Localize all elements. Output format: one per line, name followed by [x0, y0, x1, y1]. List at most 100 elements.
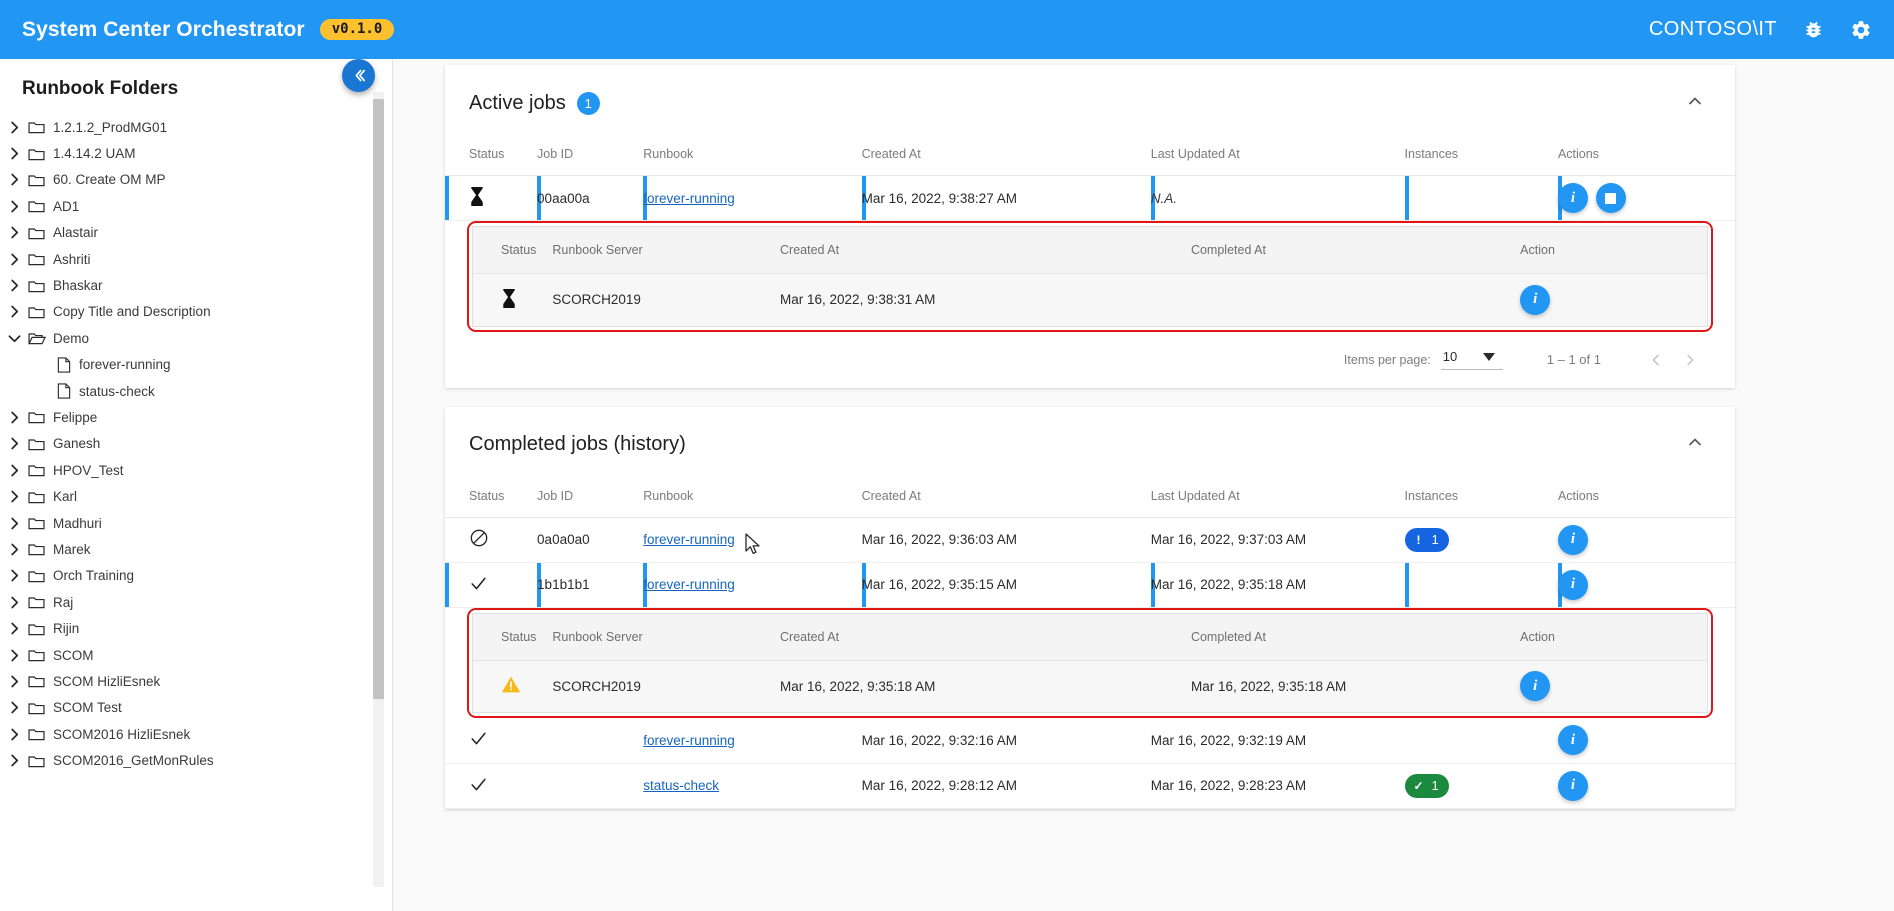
- chevron-right-icon[interactable]: [0, 701, 28, 714]
- folder-item-20[interactable]: SCOM: [0, 642, 392, 668]
- chevron-right-icon[interactable]: [0, 596, 28, 609]
- folder-item-12[interactable]: Ganesh: [0, 431, 392, 457]
- completed-job-row[interactable]: forever-runningMar 16, 2022, 9:32:16 AMM…: [445, 718, 1735, 763]
- column-header-actions: Actions: [1558, 475, 1735, 518]
- active-jobs-collapse-chevron-icon[interactable]: [1685, 91, 1705, 116]
- folder-item-1[interactable]: 1.4.14.2 UAM: [0, 140, 392, 166]
- chevron-right-icon[interactable]: [0, 411, 28, 424]
- chevron-right-icon[interactable]: [0, 569, 28, 582]
- folder-item-5[interactable]: Ashriti: [0, 246, 392, 272]
- chevron-right-icon[interactable]: [0, 253, 28, 266]
- folder-item-6[interactable]: Bhaskar: [0, 272, 392, 298]
- folder-item-24[interactable]: SCOM2016_GetMonRules: [0, 747, 392, 773]
- gear-icon[interactable]: [1850, 19, 1872, 41]
- completed-detail-header-row: StatusRunbook ServerCreated AtCompleted …: [473, 614, 1707, 661]
- job-info-button[interactable]: i: [1558, 570, 1588, 600]
- completed-job-row[interactable]: 1b1b1b1forever-runningMar 16, 2022, 9:35…: [445, 562, 1735, 607]
- runbook-item-10[interactable]: status-check: [0, 378, 392, 404]
- folder-item-14[interactable]: Karl: [0, 483, 392, 509]
- completed-job-row[interactable]: 0a0a0a0forever-runningMar 16, 2022, 9:36…: [445, 517, 1735, 562]
- runbook-link[interactable]: status-check: [643, 778, 719, 793]
- items-per-page-label: Items per page:: [1344, 353, 1431, 367]
- folder-item-15[interactable]: Madhuri: [0, 510, 392, 536]
- collapse-sidebar-button[interactable]: [342, 59, 375, 92]
- bug-icon[interactable]: [1803, 19, 1824, 40]
- items-per-page-select[interactable]: 10: [1441, 349, 1503, 370]
- job-stop-button[interactable]: [1596, 183, 1626, 213]
- job-id-cell: [537, 763, 643, 808]
- folder-item-0[interactable]: 1.2.1.2_ProdMG01: [0, 114, 392, 140]
- column-header-last-updated-at: Last Updated At: [1151, 133, 1405, 176]
- folder-item-13[interactable]: HPOV_Test: [0, 457, 392, 483]
- detail-info-button[interactable]: i: [1520, 671, 1550, 701]
- detail-row[interactable]: SCORCH2019Mar 16, 2022, 9:38:31 AMi: [473, 274, 1707, 326]
- folder-item-3[interactable]: AD1: [0, 193, 392, 219]
- folder-icon: [28, 754, 53, 768]
- item-label: 1.2.1.2_ProdMG01: [53, 120, 167, 135]
- chevron-right-icon[interactable]: [0, 728, 28, 741]
- job-created-at-cell: Mar 16, 2022, 9:28:12 AM: [862, 763, 1151, 808]
- column-header-runbook-server: Runbook Server: [552, 227, 780, 274]
- folder-item-7[interactable]: Copy Title and Description: [0, 299, 392, 325]
- job-info-button[interactable]: i: [1558, 725, 1588, 755]
- folder-icon: [28, 120, 53, 134]
- folder-item-17[interactable]: Orch Training: [0, 563, 392, 589]
- instances-warning-badge[interactable]: !1: [1405, 528, 1449, 552]
- column-header-instances: Instances: [1405, 133, 1558, 176]
- detail-info-button[interactable]: i: [1520, 285, 1550, 315]
- folder-item-11[interactable]: Felippe: [0, 404, 392, 430]
- runbook-link[interactable]: forever-running: [643, 191, 735, 206]
- folder-item-23[interactable]: SCOM2016 HizliEsnek: [0, 721, 392, 747]
- chevron-right-icon[interactable]: [0, 490, 28, 503]
- chevron-right-icon[interactable]: [0, 517, 28, 530]
- folder-icon: [28, 727, 53, 741]
- folder-item-16[interactable]: Marek: [0, 536, 392, 562]
- chevron-right-icon[interactable]: [0, 622, 28, 635]
- job-id-cell: 00aa00a: [537, 176, 643, 221]
- runbook-link[interactable]: forever-running: [643, 577, 735, 592]
- job-id-cell: [537, 718, 643, 763]
- runbook-link[interactable]: forever-running: [643, 532, 735, 547]
- detail-created-at-cell: Mar 16, 2022, 9:38:31 AM: [780, 274, 1191, 326]
- column-header-created-at: Created At: [780, 227, 1191, 274]
- chevron-right-icon[interactable]: [0, 543, 28, 556]
- folder-item-2[interactable]: 60. Create OM MP: [0, 167, 392, 193]
- folder-item-22[interactable]: SCOM Test: [0, 695, 392, 721]
- job-info-button[interactable]: i: [1558, 771, 1588, 801]
- chevron-right-icon[interactable]: [0, 754, 28, 767]
- chevron-right-icon[interactable]: [0, 649, 28, 662]
- job-instances-cell: [1405, 562, 1558, 607]
- chevron-right-icon[interactable]: [0, 147, 28, 160]
- folder-item-19[interactable]: Rijin: [0, 615, 392, 641]
- chevron-right-icon[interactable]: [0, 305, 28, 318]
- chevron-right-icon[interactable]: [0, 675, 28, 688]
- chevron-right-icon[interactable]: [0, 173, 28, 186]
- column-header-created-at: Created At: [862, 475, 1151, 518]
- runbook-link[interactable]: forever-running: [643, 733, 735, 748]
- folder-item-21[interactable]: SCOM HizliEsnek: [0, 668, 392, 694]
- folder-icon: [28, 305, 53, 319]
- runbook-item-9[interactable]: forever-running: [0, 352, 392, 378]
- next-page-button[interactable]: [1673, 343, 1707, 377]
- completed-jobs-collapse-chevron-icon[interactable]: [1685, 432, 1705, 457]
- folder-item-8[interactable]: Demo: [0, 325, 392, 351]
- folder-item-18[interactable]: Raj: [0, 589, 392, 615]
- chevron-right-icon[interactable]: [0, 437, 28, 450]
- detail-row[interactable]: SCORCH2019Mar 16, 2022, 9:35:18 AMMar 16…: [473, 660, 1707, 712]
- job-info-button[interactable]: i: [1558, 525, 1588, 555]
- active-job-row[interactable]: 00aa00aforever-runningMar 16, 2022, 9:38…: [445, 176, 1735, 221]
- instances-success-badge[interactable]: ✓1: [1405, 774, 1449, 798]
- chevron-right-icon[interactable]: [0, 464, 28, 477]
- item-label: SCOM2016_GetMonRules: [53, 753, 214, 768]
- detail-status-cell: [473, 660, 552, 712]
- job-info-button[interactable]: i: [1558, 183, 1588, 213]
- folder-item-4[interactable]: Alastair: [0, 220, 392, 246]
- chevron-down-icon[interactable]: [0, 333, 28, 344]
- previous-page-button[interactable]: [1639, 343, 1673, 377]
- sidebar-scrollbar-thumb[interactable]: [373, 99, 384, 699]
- chevron-right-icon[interactable]: [0, 279, 28, 292]
- chevron-right-icon[interactable]: [0, 121, 28, 134]
- chevron-right-icon[interactable]: [0, 226, 28, 239]
- completed-job-row[interactable]: status-checkMar 16, 2022, 9:28:12 AMMar …: [445, 763, 1735, 808]
- chevron-right-icon[interactable]: [0, 200, 28, 213]
